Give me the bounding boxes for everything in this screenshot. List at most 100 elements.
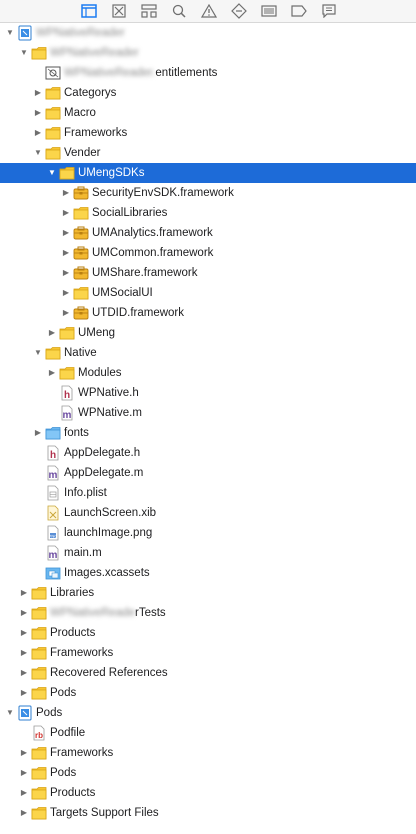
tree-item-label: WPNative.h (78, 387, 139, 399)
folder-icon (45, 125, 61, 141)
tree-row-appdelegate-m[interactable]: m AppDelegate.m (0, 463, 416, 483)
disclosure-expanded-icon[interactable]: ▼ (4, 23, 16, 43)
disclosure-collapsed-icon[interactable]: ▶ (18, 603, 30, 623)
disclosure-collapsed-icon[interactable]: ▶ (32, 103, 44, 123)
svg-text:h: h (50, 450, 56, 461)
disclosure-expanded-icon[interactable]: ▼ (4, 703, 16, 723)
disclosure-collapsed-icon[interactable]: ▶ (18, 683, 30, 703)
tree-row-products[interactable]: ▶ Products (0, 623, 416, 643)
tree-row-wpnative-h[interactable]: h WPNative.h (0, 383, 416, 403)
tree-row-categorys[interactable]: ▶ Categorys (0, 83, 416, 103)
disclosure-collapsed-icon[interactable]: ▶ (60, 303, 72, 323)
folder-icon (31, 765, 47, 781)
tree-item-label: Pods (50, 687, 77, 699)
folder-icon (31, 685, 47, 701)
navigator-toolbar (0, 0, 416, 23)
tree-item-label: Recovered References (50, 667, 168, 679)
disclosure-expanded-icon[interactable]: ▼ (32, 143, 44, 163)
tree-row-recovered-references[interactable]: ▶ Recovered References (0, 663, 416, 683)
tree-row-wpnativereader-entitlements[interactable]: WPNativeReader.entitlements (0, 63, 416, 83)
disclosure-collapsed-icon[interactable]: ▶ (46, 323, 58, 343)
folder-icon (31, 605, 47, 621)
test-navigator-icon[interactable] (230, 2, 248, 20)
tree-row-products[interactable]: ▶ Products (0, 783, 416, 803)
disclosure-collapsed-icon[interactable]: ▶ (60, 203, 72, 223)
tree-row-appdelegate-h[interactable]: h AppDelegate.h (0, 443, 416, 463)
tree-row-fonts[interactable]: ▶ fonts (0, 423, 416, 443)
tree-row-podfile[interactable]: rb Podfile (0, 723, 416, 743)
disclosure-collapsed-icon[interactable]: ▶ (18, 743, 30, 763)
tree-row-umengsdks[interactable]: ▼ UMengSDKs (0, 163, 416, 183)
tree-item-label: Products (50, 787, 96, 799)
disclosure-collapsed-icon[interactable]: ▶ (32, 123, 44, 143)
disclosure-collapsed-icon[interactable]: ▶ (46, 363, 58, 383)
tree-item-label: Libraries (50, 587, 95, 599)
disclosure-collapsed-icon[interactable]: ▶ (60, 263, 72, 283)
disclosure-collapsed-icon[interactable]: ▶ (60, 223, 72, 243)
tree-row-securityenvsdk-framework[interactable]: ▶ SecurityEnvSDK.framework (0, 183, 416, 203)
disclosure-expanded-icon[interactable]: ▼ (32, 343, 44, 363)
tree-row-pods[interactable]: ▼ Pods (0, 703, 416, 723)
tree-row-libraries[interactable]: ▶ Libraries (0, 583, 416, 603)
tree-row-vender[interactable]: ▼ Vender (0, 143, 416, 163)
disclosure-collapsed-icon[interactable]: ▶ (32, 423, 44, 443)
tree-row-wpnativereadertests[interactable]: ▶ WPNativeReaderTests (0, 603, 416, 623)
tree-item-label: UMSocialUI (92, 287, 153, 299)
folder-icon (73, 285, 89, 301)
report-navigator-icon[interactable] (320, 2, 338, 20)
tree-row-modules[interactable]: ▶ Modules (0, 363, 416, 383)
disclosure-expanded-icon[interactable]: ▼ (46, 163, 58, 183)
folder-icon (45, 145, 61, 161)
tree-row-wpnative-m[interactable]: m WPNative.m (0, 403, 416, 423)
tree-row-launchscreen-xib[interactable]: LaunchScreen.xib (0, 503, 416, 523)
tree-row-wpnativereader[interactable]: ▼ WPNativeReader (0, 43, 416, 63)
project-navigator-icon[interactable] (80, 2, 98, 20)
disclosure-collapsed-icon[interactable]: ▶ (60, 243, 72, 263)
tree-row-targets-support-files[interactable]: ▶ Targets Support Files (0, 803, 416, 823)
symbol-navigator-icon[interactable] (140, 2, 158, 20)
tree-item-label: Info.plist (64, 487, 107, 499)
disclosure-collapsed-icon[interactable]: ▶ (18, 783, 30, 803)
tree-row-umsocialui[interactable]: ▶ UMSocialUI (0, 283, 416, 303)
tree-row-umanalytics-framework[interactable]: ▶ UMAnalytics.framework (0, 223, 416, 243)
breakpoint-navigator-icon[interactable] (290, 2, 308, 20)
tree-row-umcommon-framework[interactable]: ▶ UMCommon.framework (0, 243, 416, 263)
disclosure-collapsed-icon[interactable]: ▶ (18, 803, 30, 823)
framework-icon (73, 245, 89, 261)
disclosure-collapsed-icon[interactable]: ▶ (18, 623, 30, 643)
source-control-icon[interactable] (110, 2, 128, 20)
xcassets-icon (45, 565, 61, 581)
issue-navigator-icon[interactable] (200, 2, 218, 20)
tree-row-macro[interactable]: ▶ Macro (0, 103, 416, 123)
debug-navigator-icon[interactable] (260, 2, 278, 20)
tree-row-frameworks[interactable]: ▶ Frameworks (0, 123, 416, 143)
tree-row-sociallibraries[interactable]: ▶ SocialLibraries (0, 203, 416, 223)
tree-item-label: AppDelegate.m (64, 467, 144, 479)
tree-row-launchimage-png[interactable]: PNG launchImage.png (0, 523, 416, 543)
tree-row-frameworks[interactable]: ▶ Frameworks (0, 643, 416, 663)
tree-item-label: main.m (64, 547, 102, 559)
folder-icon (59, 325, 75, 341)
tree-row-info-plist[interactable]: Info.plist (0, 483, 416, 503)
tree-row-wpnativereader[interactable]: ▼ WPNativeReader (0, 23, 416, 43)
disclosure-collapsed-icon[interactable]: ▶ (60, 183, 72, 203)
disclosure-collapsed-icon[interactable]: ▶ (18, 583, 30, 603)
disclosure-collapsed-icon[interactable]: ▶ (18, 663, 30, 683)
tree-row-pods[interactable]: ▶ Pods (0, 763, 416, 783)
tree-row-main-m[interactable]: m main.m (0, 543, 416, 563)
tree-row-pods[interactable]: ▶ Pods (0, 683, 416, 703)
find-navigator-icon[interactable] (170, 2, 188, 20)
tree-row-images-xcassets[interactable]: Images.xcassets (0, 563, 416, 583)
disclosure-collapsed-icon[interactable]: ▶ (18, 763, 30, 783)
tree-item-label: Frameworks (50, 747, 114, 759)
disclosure-collapsed-icon[interactable]: ▶ (18, 643, 30, 663)
disclosure-expanded-icon[interactable]: ▼ (18, 43, 30, 63)
disclosure-collapsed-icon[interactable]: ▶ (32, 83, 44, 103)
tree-row-native[interactable]: ▼ Native (0, 343, 416, 363)
tree-row-umshare-framework[interactable]: ▶ UMShare.framework (0, 263, 416, 283)
folder-blue-icon (45, 425, 61, 441)
tree-row-frameworks[interactable]: ▶ Frameworks (0, 743, 416, 763)
tree-row-utdid-framework[interactable]: ▶ UTDID.framework (0, 303, 416, 323)
tree-row-umeng[interactable]: ▶ UMeng (0, 323, 416, 343)
disclosure-collapsed-icon[interactable]: ▶ (60, 283, 72, 303)
